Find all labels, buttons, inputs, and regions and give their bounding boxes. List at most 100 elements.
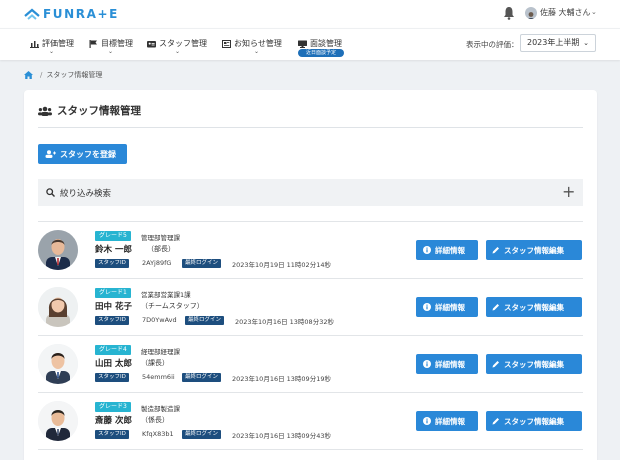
breadcrumb: / スタッフ情報管理 [24,70,102,80]
info-icon [423,360,431,368]
staff-row: グレード5 管理部管理課 鈴木 一郎 （部長） スタッフID 2AYj89fG … [24,222,597,279]
edit-staff-button[interactable]: スタッフ情報編集 [486,297,582,317]
staff-name: 斎藤 次郎 [95,416,132,426]
edit-staff-button[interactable]: スタッフ情報編集 [486,240,582,260]
breadcrumb-current: スタッフ情報管理 [46,71,103,79]
last-login-value: 2023年10月16日 13時08分32秒 [235,318,334,326]
staff-id-value: KfqX83b1 [142,430,174,438]
edit-button-label: スタッフ情報編集 [504,245,564,255]
staff-row: グレード4 経理部経理課 山田 太郎 （課長） スタッフID 54emm6ii … [24,336,597,393]
logo[interactable]: FUNRA+E [24,6,119,22]
staff-photo-image [38,287,78,327]
staff-row: グレード1 営業部営業課1課 田中 花子 （チームスタッフ） スタッフID 7D… [24,279,597,336]
staff-role: （チームスタッフ） [141,302,204,310]
filter-panel[interactable]: 絞り込み検索 + [38,179,583,206]
staff-photo [38,230,78,270]
staff-id-tag: スタッフID [95,430,129,439]
detail-button[interactable]: 詳細情報 [416,411,478,431]
logo-mark-icon [24,8,40,20]
nav-label: 面談管理 [310,39,342,48]
staff-photo [38,287,78,327]
staff-name: 鈴木 一郎 [95,245,132,255]
search-icon [46,188,55,197]
page-title: スタッフ情報管理 [38,103,141,118]
pencil-icon [492,361,499,368]
last-login-tag: 最終ログイン [182,373,222,382]
info-icon [423,303,431,311]
plus-icon[interactable]: + [562,182,575,202]
home-icon[interactable] [24,71,33,79]
top-bar: FUNRA+E 佐藤 大輔さん ⌄ [0,0,620,28]
nav-label: スタッフ管理 [159,39,207,48]
nav-label: 評価管理 [42,39,74,48]
detail-button[interactable]: 詳細情報 [416,297,478,317]
staff-row: グレード3 製造部製造課 斎藤 次郎 （係長） スタッフID KfqX83b1 … [24,393,597,450]
page-title-text: スタッフ情報管理 [57,105,141,117]
news-icon [222,39,231,48]
chevron-down-icon[interactable]: ⌄ [108,48,113,55]
staff-photo [38,344,78,384]
detail-button-label: 詳細情報 [435,245,465,255]
chevron-down-icon[interactable]: ⌄ [591,8,597,16]
staff-id-tag: スタッフID [95,259,129,268]
nav-item-news[interactable]: お知らせ管理 [222,38,282,49]
bell-icon[interactable] [503,6,515,20]
nav-label: 目標管理 [101,39,133,48]
staff-id-value: 54emm6ii [142,373,175,381]
edit-staff-button[interactable]: スタッフ情報編集 [486,354,582,374]
staff-role: （係長） [141,416,169,424]
staff-card: スタッフ情報管理 スタッフを登録 絞り込み検索 + グレード5 管理部管理課 鈴… [24,90,597,460]
last-login-tag: 最終ログイン [182,259,222,268]
last-login-value: 2023年10月19日 11時02分14秒 [232,261,331,269]
pencil-icon [492,418,499,425]
user-avatar-icon [527,12,535,19]
pencil-icon [492,304,499,311]
last-login-value: 2023年10月16日 13時09分19秒 [232,375,331,383]
filter-label: 絞り込み検索 [60,189,112,199]
detail-button[interactable]: 詳細情報 [416,354,478,374]
grade-badge: グレード4 [95,345,131,355]
period-label: 表示中の評価： [466,40,519,49]
chevron-down-icon[interactable]: ⌄ [49,48,54,55]
user-avatar[interactable] [525,7,537,19]
chart-icon [30,40,39,48]
staff-dept: 経理部経理課 [141,348,180,356]
register-staff-button[interactable]: スタッフを登録 [38,144,127,164]
info-icon [423,246,431,254]
edit-button-label: スタッフ情報編集 [504,359,564,369]
edit-staff-button[interactable]: スタッフ情報編集 [486,411,582,431]
grade-badge: グレード1 [95,288,131,298]
period-select[interactable]: 2023年上半期 ⌄ [520,34,596,52]
detail-button[interactable]: 詳細情報 [416,240,478,260]
logo-text: FUNRA+E [43,7,119,21]
staff-id-value: 7D0YwAvd [142,316,177,324]
breadcrumb-separator: / [40,71,43,79]
staff-name: 田中 花子 [95,302,132,312]
users-icon [38,106,52,116]
monitor-icon [298,40,307,48]
chevron-down-icon[interactable]: ⌄ [254,48,259,55]
grade-badge: グレード3 [95,402,131,412]
user-name[interactable]: 佐藤 大輔さん [540,7,591,18]
staff-id-value: 2AYj89fG [142,259,172,267]
edit-button-label: スタッフ情報編集 [504,302,564,312]
staff-photo-image [38,401,78,441]
detail-button-label: 詳細情報 [435,359,465,369]
chevron-down-icon[interactable]: ⌄ [175,48,180,55]
flag-icon [89,39,97,48]
detail-button-label: 詳細情報 [435,302,465,312]
pencil-icon [492,247,499,254]
staff-id-tag: スタッフID [95,373,129,382]
staff-name: 山田 太郎 [95,359,132,369]
last-login-value: 2023年10月16日 13時09分43秒 [232,432,331,440]
staff-dept: 管理部管理課 [141,234,180,242]
staff-photo-image [38,344,78,384]
detail-button-label: 詳細情報 [435,416,465,426]
interview-upcoming-badge: 近日面談予定 [298,49,344,57]
grade-badge: グレード5 [95,231,131,241]
user-plus-icon [45,150,56,158]
edit-button-label: スタッフ情報編集 [504,416,564,426]
staff-photo [38,401,78,441]
staff-photo-image [38,230,78,270]
nav-item-interview[interactable]: 面談管理 [298,38,342,49]
